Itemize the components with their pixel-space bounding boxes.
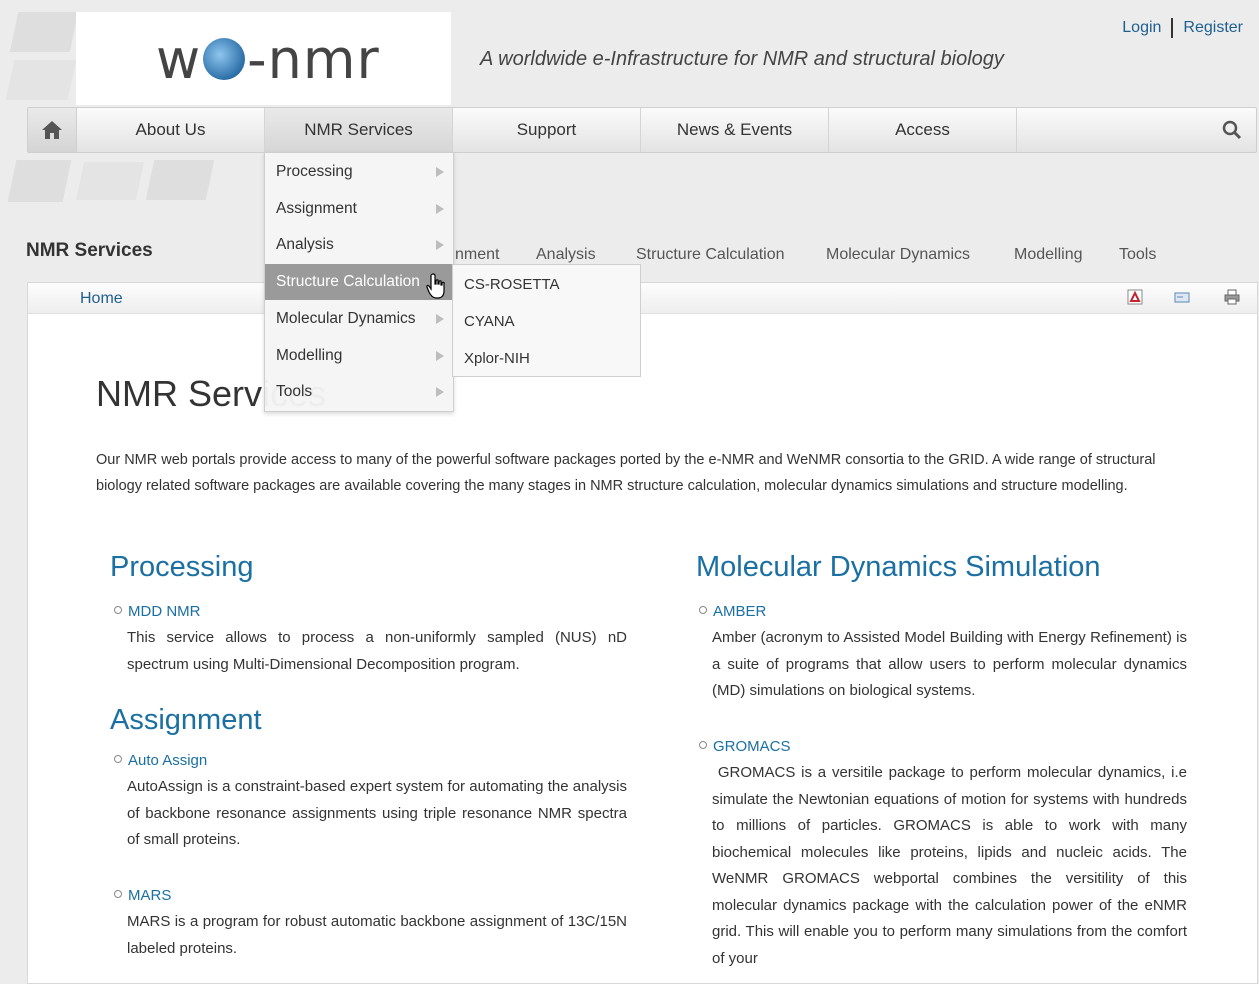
pdf-icon[interactable]	[1127, 289, 1143, 305]
menu-item-tools[interactable]: Tools	[265, 374, 453, 410]
chevron-right-icon	[436, 167, 444, 177]
nav-label: Support	[516, 120, 577, 139]
breadcrumb-home[interactable]: Home	[80, 290, 123, 308]
bullet-icon	[699, 606, 707, 615]
link-label: GROMACS	[713, 738, 791, 755]
link-label: Auto Assign	[128, 752, 208, 769]
submenu-item-cs-rosetta[interactable]: CS-ROSETTA	[464, 276, 560, 293]
menu-label: Processing	[276, 163, 353, 180]
submenu-item-cyana[interactable]: CYANA	[464, 313, 515, 330]
subnav-item[interactable]: Molecular Dynamics	[826, 246, 970, 264]
menu-item-analysis[interactable]: Analysis	[265, 227, 453, 263]
amber-description: Amber (acronym to Assisted Model Buildin…	[712, 629, 1187, 699]
chevron-right-icon	[436, 387, 444, 397]
link-label: MARS	[128, 887, 172, 904]
email-icon[interactable]	[1174, 289, 1190, 305]
nav-nmr-services[interactable]: NMR Services	[265, 108, 453, 152]
mdd-nmr-description: This service allows to process a non-uni…	[127, 629, 627, 673]
auto-assign-description: AutoAssign is a constraint-based expert …	[127, 778, 627, 848]
intro-text: Our NMR web portals provide access to ma…	[96, 452, 1156, 494]
mars-link[interactable]: MARS	[114, 887, 171, 904]
subnav-item[interactable]: Tools	[1119, 246, 1156, 264]
section-title: NMR Services	[26, 240, 153, 261]
main-nav: About Us NMR Services Support News & Eve…	[27, 107, 1257, 153]
molecular-dynamics-heading: Molecular Dynamics Simulation	[696, 551, 1101, 583]
account-links: Login Register	[1122, 18, 1243, 38]
link-label: AMBER	[713, 603, 767, 620]
menu-item-modelling[interactable]: Modelling	[265, 338, 453, 374]
chevron-right-icon	[436, 314, 444, 324]
register-link[interactable]: Register	[1183, 19, 1243, 36]
menu-label: Molecular Dynamics	[276, 310, 416, 327]
link-label: MDD NMR	[128, 603, 201, 620]
content-panel: Home NMR Services Our NMR web portals pr…	[27, 282, 1258, 984]
amber-link[interactable]: AMBER	[699, 603, 766, 620]
menu-label: Tools	[276, 383, 313, 400]
background-tile	[75, 162, 145, 200]
nav-label: News & Events	[676, 120, 793, 139]
nav-label: About Us	[135, 120, 206, 139]
bullet-icon	[699, 741, 707, 750]
bullet-icon	[114, 890, 122, 899]
background-tile	[5, 60, 77, 100]
assignment-heading: Assignment	[110, 704, 262, 736]
print-icon[interactable]	[1224, 289, 1240, 305]
mdd-nmr-link[interactable]: MDD NMR	[114, 603, 201, 620]
subnav-item[interactable]: Modelling	[1014, 246, 1082, 264]
background-tile	[145, 160, 215, 200]
logo-text-right: -nmr	[247, 28, 380, 91]
breadcrumb: Home	[28, 283, 1257, 314]
structure-calculation-submenu: CS-ROSETTA CYANA Xplor-NIH	[452, 264, 641, 377]
subnav-item[interactable]: nment	[455, 246, 499, 264]
nav-access[interactable]: Access	[829, 108, 1017, 152]
subnav-item[interactable]: Analysis	[536, 246, 596, 264]
home-button[interactable]	[28, 108, 77, 152]
login-link[interactable]: Login	[1122, 19, 1161, 36]
background-tile	[7, 160, 72, 202]
search-button[interactable]	[1017, 108, 1256, 152]
submenu-item-xplor-nih[interactable]: Xplor-NIH	[464, 350, 530, 367]
nav-support[interactable]: Support	[453, 108, 641, 152]
globe-icon	[203, 38, 246, 81]
menu-item-molecular-dynamics[interactable]: Molecular Dynamics	[265, 301, 453, 337]
menu-label: Assignment	[276, 200, 357, 217]
menu-label: Structure Calculation	[276, 273, 420, 290]
auto-assign-link[interactable]: Auto Assign	[114, 752, 207, 769]
hand-cursor-icon	[426, 273, 445, 299]
nav-label: Access	[895, 120, 950, 139]
logo[interactable]: w -nmr	[76, 12, 451, 105]
divider	[1171, 18, 1174, 38]
gromacs-description: GROMACS is a versitile package to perfor…	[712, 764, 1192, 967]
mars-description: MARS is a program for robust automatic b…	[127, 913, 627, 957]
logo-text: w -nmr	[156, 28, 380, 91]
subnav-item[interactable]: Structure Calculation	[636, 246, 785, 264]
search-icon	[1222, 120, 1242, 140]
background-tile	[9, 12, 79, 52]
nav-label: NMR Services	[304, 120, 413, 139]
gromacs-link[interactable]: GROMACS	[699, 738, 791, 755]
menu-item-assignment[interactable]: Assignment	[265, 191, 453, 227]
bullet-icon	[114, 606, 122, 615]
chevron-right-icon	[436, 351, 444, 361]
chevron-right-icon	[436, 240, 444, 250]
nav-about-us[interactable]: About Us	[77, 108, 265, 152]
menu-label: Analysis	[276, 236, 334, 253]
logo-text-left: w	[156, 28, 202, 91]
site-tagline: A worldwide e-Infrastructure for NMR and…	[480, 48, 1004, 70]
processing-heading: Processing	[110, 551, 254, 583]
chevron-right-icon	[436, 204, 444, 214]
bullet-icon	[114, 755, 122, 764]
menu-item-processing[interactable]: Processing	[265, 154, 453, 190]
home-icon	[42, 121, 62, 139]
menu-label: Modelling	[276, 347, 343, 364]
nav-news-events[interactable]: News & Events	[641, 108, 829, 152]
